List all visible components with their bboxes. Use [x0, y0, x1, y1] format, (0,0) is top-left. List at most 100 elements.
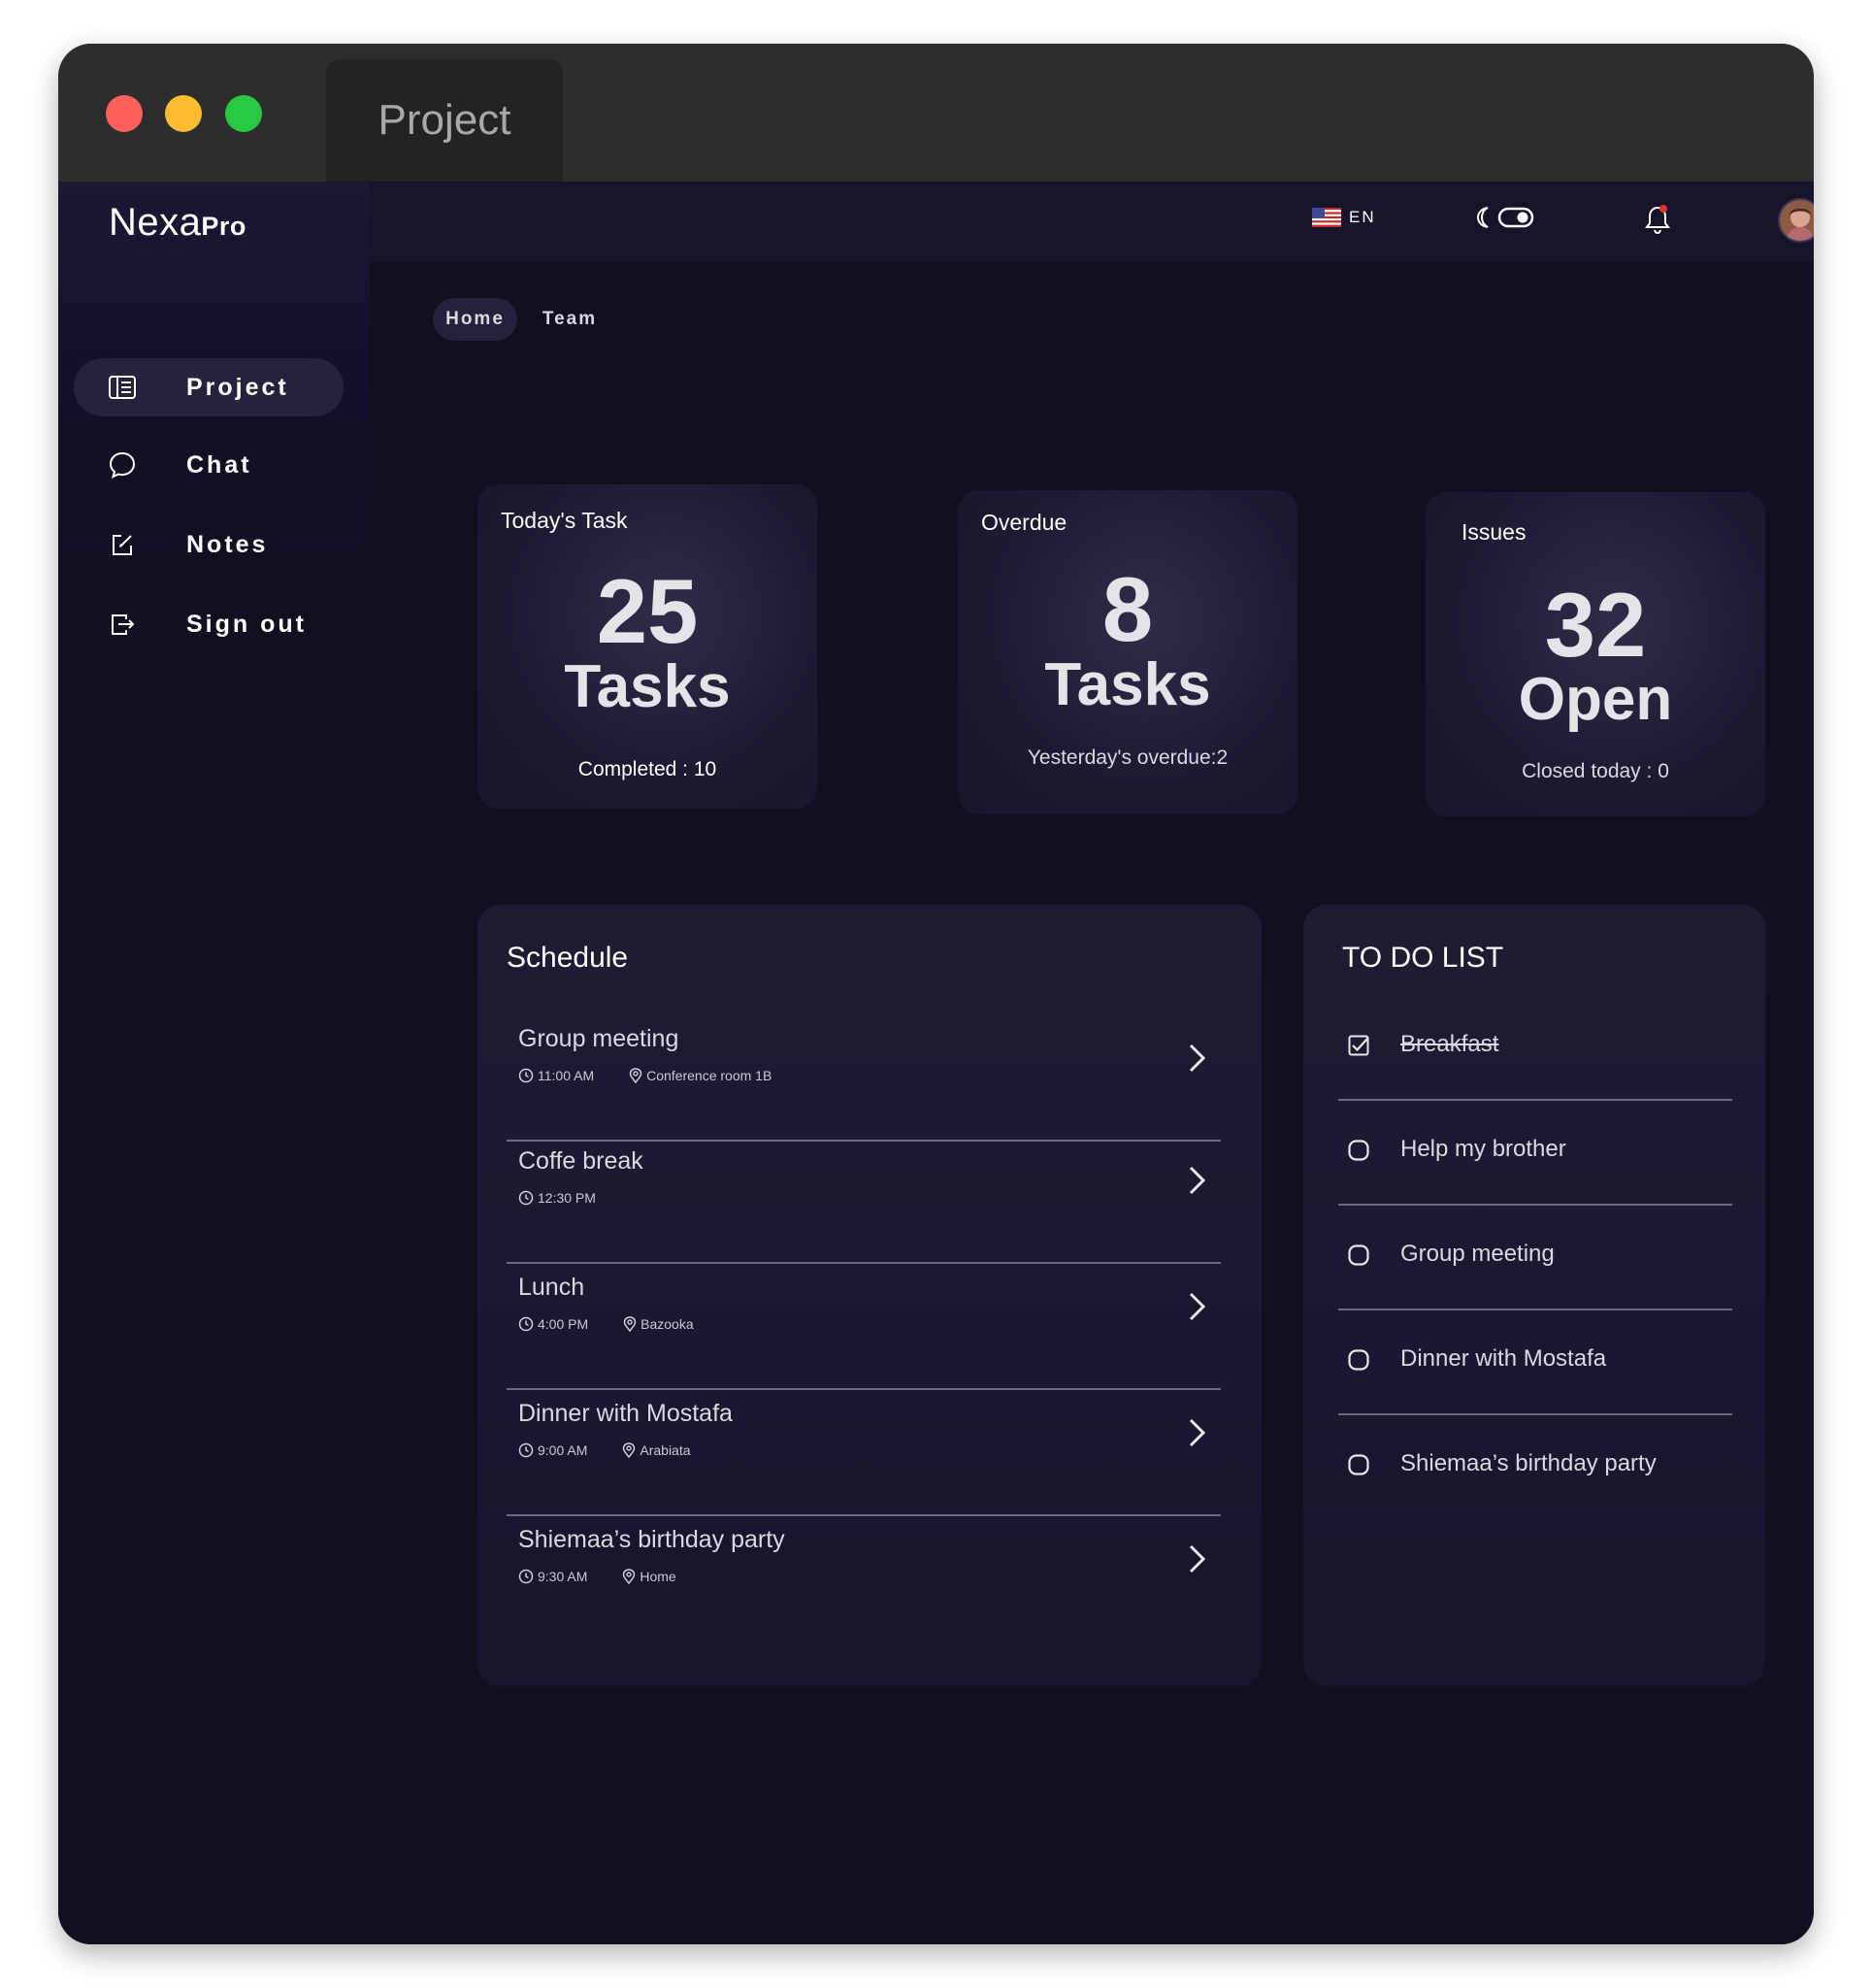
sidebar-item-label: Project [186, 373, 289, 401]
stat-card-overdue[interactable]: Overdue 8 Tasks Yesterday's overdue:2 [958, 490, 1297, 814]
todo-item[interactable]: Breakfast [1338, 992, 1732, 1101]
clock-icon [518, 1442, 534, 1458]
card-footer: Yesterday's overdue:2 [1027, 746, 1229, 769]
schedule-title: Schedule [507, 942, 629, 974]
todo-item[interactable]: Dinner with Mostafa [1338, 1307, 1732, 1415]
sign-out-icon [107, 609, 138, 640]
sidebar-item-label: Sign out [186, 610, 307, 638]
schedule-item-time: 9:00 AM [538, 1442, 588, 1458]
window-tab[interactable]: Project [326, 59, 563, 182]
schedule-item-meta: 11:00 AM Conference room 1B [518, 1068, 772, 1083]
avatar[interactable] [1778, 198, 1814, 243]
schedule-item-meta: 4:00 PM Bazooka [518, 1316, 694, 1332]
card-footer: Completed : 10 [577, 758, 717, 780]
todo-item-label: Breakfast [1400, 1031, 1499, 1057]
schedule-item[interactable]: Shiemaa’s birthday party 9:30 AM Home [507, 1514, 1221, 1640]
unchecked-checkbox-icon[interactable] [1348, 1140, 1369, 1161]
location-pin-icon [623, 1316, 637, 1332]
schedule-item-title: Coffe break [518, 1147, 643, 1175]
stat-card-todays-task[interactable]: Today's Task 25 Tasks Completed : 10 [477, 484, 817, 809]
location-pin-icon [623, 1569, 636, 1584]
close-window-button[interactable] [106, 95, 143, 132]
schedule-item-location: Conference room 1B [646, 1068, 772, 1083]
schedule-item-time: 12:30 PM [538, 1190, 596, 1206]
notes-icon [107, 529, 138, 560]
schedule-item-time: 4:00 PM [538, 1316, 589, 1332]
chevron-right-icon[interactable] [1182, 1039, 1211, 1077]
avatar-image [1778, 198, 1814, 243]
card-footer: Closed today : 0 [1522, 760, 1669, 782]
chevron-right-icon[interactable] [1182, 1540, 1211, 1578]
card-title: Overdue [981, 510, 1067, 535]
schedule-item-location: Bazooka [640, 1316, 694, 1332]
chevron-right-icon[interactable] [1182, 1413, 1211, 1452]
todo-item-label: Group meeting [1400, 1241, 1555, 1267]
schedule-item-time: 9:30 AM [538, 1569, 588, 1584]
sidebar-item-project[interactable]: Project [74, 358, 344, 416]
card-number: 32 [1544, 574, 1647, 676]
chat-icon [107, 449, 138, 480]
app-content: NexaPro Project Chat Notes Sign out EN H… [58, 182, 1814, 1944]
schedule-item-meta: 9:00 AM Arabiata [518, 1442, 691, 1458]
schedule-item-time: 11:00 AM [538, 1068, 595, 1083]
project-icon [107, 372, 138, 403]
todo-item[interactable]: Group meeting [1338, 1202, 1732, 1310]
schedule-item[interactable]: Group meeting 11:00 AM Conference room 1… [507, 1013, 1221, 1142]
minimize-window-button[interactable] [165, 95, 202, 132]
location-pin-icon [623, 1442, 636, 1458]
clock-icon [518, 1569, 534, 1584]
unchecked-checkbox-icon[interactable] [1348, 1244, 1369, 1266]
theme-toggle[interactable] [1474, 205, 1534, 230]
breadcrumb-home[interactable]: Home [433, 298, 517, 341]
us-flag-icon [1312, 208, 1341, 227]
card-number: 25 [596, 560, 699, 662]
card-unit: Open [1518, 666, 1673, 733]
breadcrumb-team[interactable]: Team [538, 298, 602, 341]
todo-title: TO DO LIST [1342, 942, 1504, 974]
location-pin-icon [629, 1068, 642, 1083]
sidebar-item-sign-out[interactable]: Sign out [74, 595, 344, 653]
unchecked-checkbox-icon[interactable] [1348, 1454, 1369, 1475]
schedule-item-meta: 9:30 AM Home [518, 1569, 676, 1584]
card-unit: Tasks [1044, 651, 1211, 718]
language-label: EN [1349, 208, 1376, 226]
sidebar-item-chat[interactable]: Chat [74, 436, 344, 494]
todo-item-label: Shiemaa’s birthday party [1400, 1450, 1657, 1476]
sidebar-item-notes[interactable]: Notes [74, 515, 344, 574]
card-title: Issues [1461, 519, 1527, 545]
schedule-item[interactable]: Lunch 4:00 PM Bazooka [507, 1262, 1221, 1390]
chevron-right-icon[interactable] [1182, 1161, 1211, 1200]
bell-icon [1645, 205, 1670, 235]
schedule-item[interactable]: Coffe break 12:30 PM [507, 1136, 1221, 1264]
sidebar-item-label: Chat [186, 450, 252, 479]
title-bar: Project [58, 44, 1814, 182]
card-unit: Tasks [564, 653, 731, 720]
schedule-item-meta: 12:30 PM [518, 1190, 596, 1206]
top-bar: EN [370, 182, 1814, 262]
maximize-window-button[interactable] [225, 95, 262, 132]
notifications-button[interactable] [1643, 203, 1672, 236]
clock-icon [518, 1190, 534, 1206]
clock-icon [518, 1068, 534, 1083]
unchecked-checkbox-icon[interactable] [1348, 1349, 1369, 1371]
clock-icon [518, 1316, 534, 1332]
schedule-item-location: Home [640, 1569, 676, 1584]
schedule-item-title: Shiemaa’s birthday party [518, 1526, 785, 1553]
schedule-item-location: Arabiata [640, 1442, 691, 1458]
checked-checkbox-icon[interactable] [1348, 1035, 1369, 1056]
card-number: 8 [1101, 558, 1154, 660]
sidebar: NexaPro Project Chat Notes Sign out [58, 182, 370, 1944]
chevron-right-icon[interactable] [1182, 1287, 1211, 1326]
brand-main: Nexa [109, 201, 202, 244]
schedule-item-title: Dinner with Mostafa [518, 1400, 733, 1427]
todo-item-label: Help my brother [1400, 1136, 1566, 1162]
language-selector[interactable]: EN [1312, 208, 1376, 227]
stat-card-issues[interactable]: Issues 32 Open Closed today : 0 [1426, 492, 1765, 816]
schedule-item[interactable]: Dinner with Mostafa 9:00 AM Arabiata [507, 1388, 1221, 1516]
todo-item[interactable]: Shiemaa’s birthday party [1338, 1411, 1732, 1518]
toggle-icon [1497, 207, 1534, 228]
todo-item[interactable]: Help my brother [1338, 1097, 1732, 1206]
schedule-item-title: Group meeting [518, 1025, 679, 1052]
moon-icon [1476, 207, 1489, 228]
sidebar-item-label: Notes [186, 530, 269, 558]
